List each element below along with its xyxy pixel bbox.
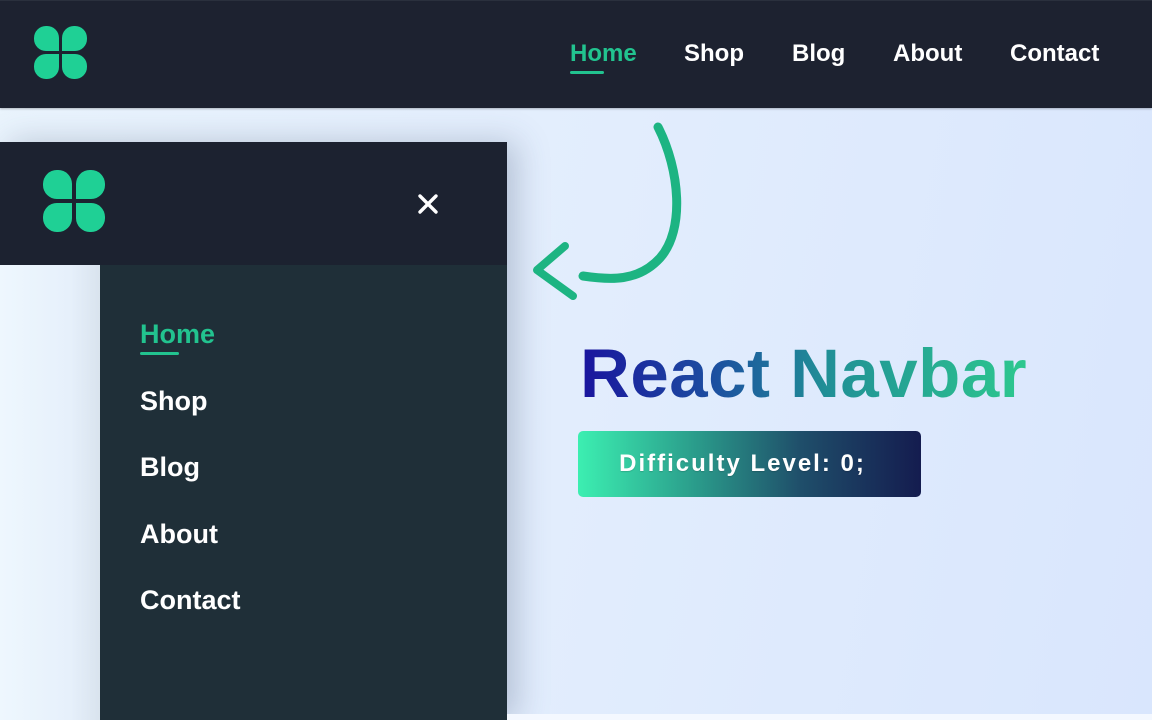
hero-title: React Navbar bbox=[580, 335, 1028, 412]
nav-link-about[interactable]: About bbox=[893, 38, 962, 70]
close-icon bbox=[418, 194, 438, 214]
logo-petal bbox=[43, 170, 72, 199]
curved-arrow-icon bbox=[533, 122, 682, 300]
nav-link-shop[interactable]: Shop bbox=[684, 38, 744, 70]
drawer-backdrop-strip bbox=[0, 265, 100, 720]
drawer-link-blog[interactable]: Blog bbox=[140, 450, 200, 484]
difficulty-level-badge[interactable]: Difficulty Level: 0; bbox=[578, 431, 921, 497]
active-menu-underline bbox=[140, 352, 179, 355]
page-bottom-edge bbox=[507, 714, 1152, 720]
logo-petal bbox=[76, 203, 105, 232]
nav-link-blog[interactable]: Blog bbox=[792, 38, 845, 70]
logo-petal bbox=[76, 170, 105, 199]
drawer-link-shop[interactable]: Shop bbox=[140, 384, 208, 418]
logo-petal bbox=[43, 203, 72, 232]
close-drawer-button[interactable] bbox=[413, 189, 443, 219]
drawer-link-about[interactable]: About bbox=[140, 517, 218, 551]
nav-link-contact[interactable]: Contact bbox=[1010, 38, 1099, 70]
drawer-link-contact[interactable]: Contact bbox=[140, 583, 241, 617]
active-nav-underline bbox=[570, 71, 604, 74]
nav-link-home[interactable]: Home bbox=[570, 38, 637, 70]
drawer-logo-icon[interactable] bbox=[43, 170, 105, 232]
drawer-link-home[interactable]: Home bbox=[140, 317, 215, 351]
